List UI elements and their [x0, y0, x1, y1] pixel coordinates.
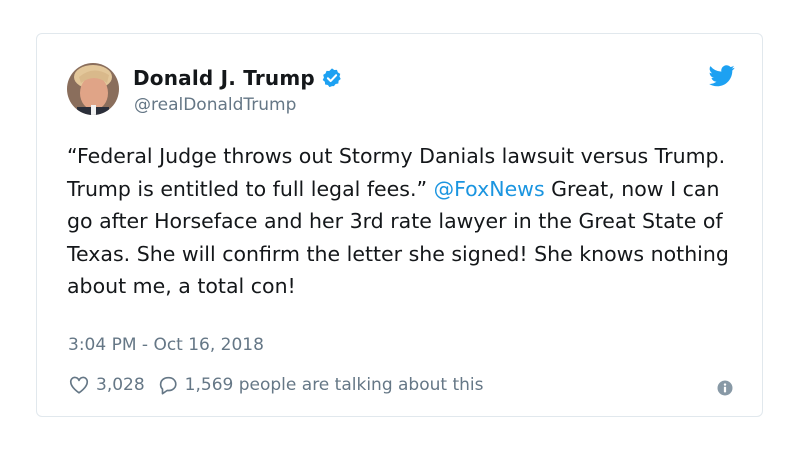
tweet-timestamp[interactable]: 3:04 PM - Oct 16, 2018	[68, 335, 264, 355]
avatar-image	[67, 63, 119, 115]
info-icon[interactable]	[717, 380, 733, 396]
verified-badge-icon	[322, 68, 341, 88]
tweet-card: Donald J. Trump @realDonaldTrump “Federa…	[36, 33, 763, 417]
tweet-actions: 3,028 1,569 people are talking about thi…	[68, 374, 483, 396]
author-handle[interactable]: @realDonaldTrump	[134, 95, 296, 115]
avatar[interactable]	[67, 63, 119, 115]
reply-bubble-icon[interactable]	[157, 374, 179, 396]
heart-icon[interactable]	[68, 374, 90, 396]
author-display-name[interactable]: Donald J. Trump	[133, 66, 315, 90]
tweet-text: “Federal Judge throws out Stormy Danials…	[67, 140, 747, 303]
twitter-bird-icon[interactable]	[709, 65, 735, 87]
talking-about-link[interactable]: 1,569 people are talking about this	[185, 375, 484, 395]
author-name-row[interactable]: Donald J. Trump	[133, 66, 343, 90]
mention-link[interactable]: @FoxNews	[434, 177, 545, 201]
like-count[interactable]: 3,028	[96, 375, 145, 395]
